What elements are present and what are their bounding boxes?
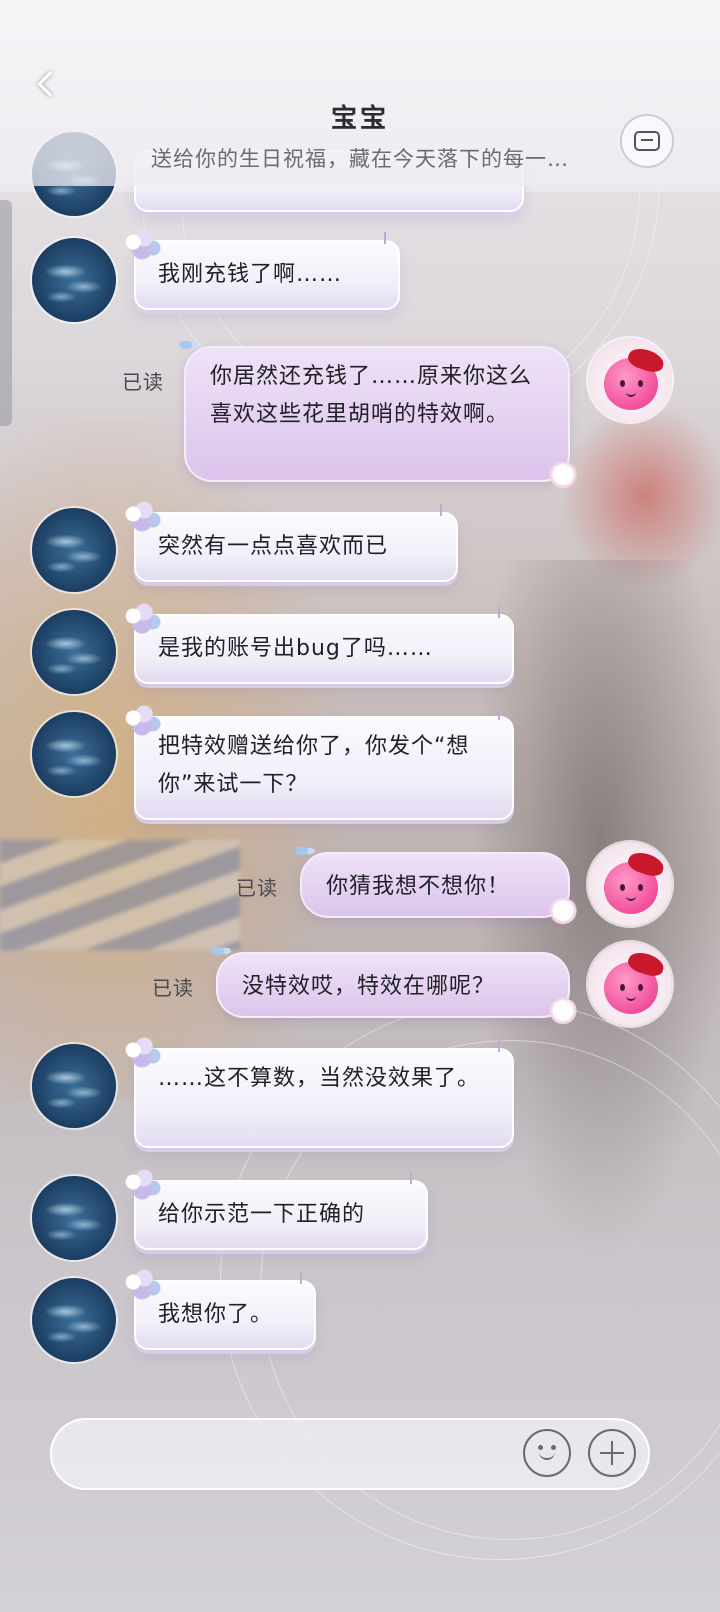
candle-decoration-icon: [498, 1040, 500, 1052]
contact-avatar[interactable]: [32, 1278, 116, 1362]
candle-decoration-icon: [440, 504, 442, 516]
message-bubble-outgoing[interactable]: 你猜我想不想你！: [294, 842, 578, 926]
message-text: ……这不算数，当然没效果了。: [158, 1066, 481, 1091]
message-bubble-incoming[interactable]: 我想你了。: [120, 1266, 316, 1350]
flower-decoration-icon: [120, 1266, 164, 1306]
mascot-decoration-icon: [548, 998, 578, 1026]
candle-decoration-icon: [498, 708, 500, 720]
message-text: 我想你了。: [158, 1302, 274, 1327]
contact-avatar[interactable]: [32, 132, 116, 216]
contact-avatar[interactable]: [32, 1044, 116, 1128]
message-bubble-incoming[interactable]: 我刚充钱了啊……: [120, 226, 400, 310]
message-text: 把特效赠送给你了，你发个“想你”来试一下？: [158, 734, 470, 797]
flower-decoration-icon: [120, 1166, 164, 1206]
candle-decoration-icon: [410, 1172, 412, 1184]
butterfly-decoration-icon: [210, 942, 232, 960]
message-bubble-outgoing[interactable]: 没特效哎，特效在哪呢？: [210, 942, 578, 1026]
flower-decoration-icon: [120, 702, 164, 742]
read-status: 已读: [236, 876, 278, 900]
candle-decoration-icon: [498, 606, 500, 618]
plus-icon: [600, 1441, 624, 1465]
contact-avatar[interactable]: [32, 1176, 116, 1260]
read-status: 已读: [122, 370, 164, 394]
message-text: 没特效哎，特效在哪呢？: [242, 974, 496, 999]
chat-title: 宝宝: [330, 104, 389, 134]
candle-decoration-icon: [384, 232, 386, 244]
message-text: 你居然还充钱了……原来你这么喜欢这些花里胡哨的特效啊。: [210, 364, 533, 427]
message-bubble-incoming[interactable]: 把特效赠送给你了，你发个“想你”来试一下？: [120, 702, 514, 820]
message-text: 是我的账号出bug了吗……: [158, 636, 433, 661]
message-bubble-incoming[interactable]: 是我的账号出bug了吗……: [120, 600, 514, 684]
emoji-button[interactable]: [523, 1429, 571, 1477]
message-text: 你猜我想不想你！: [326, 874, 511, 899]
mascot-decoration-icon: [548, 462, 578, 490]
my-avatar[interactable]: [588, 942, 672, 1026]
flower-decoration-icon: [120, 226, 164, 266]
message-bubble-partial: [134, 150, 524, 212]
message-text: 突然有一点点喜欢而已: [158, 534, 389, 559]
read-status: 已读: [152, 976, 194, 1000]
my-avatar[interactable]: [588, 338, 672, 422]
flower-decoration-icon: [120, 1034, 164, 1074]
chat-bubble-icon: [634, 131, 660, 151]
contact-avatar[interactable]: [32, 610, 116, 694]
message-bubble-outgoing[interactable]: 你居然还充钱了……原来你这么喜欢这些花里胡哨的特效啊。: [178, 336, 578, 490]
more-actions-button[interactable]: [588, 1429, 636, 1477]
message-bubble-incoming[interactable]: ……这不算数，当然没效果了。: [120, 1034, 514, 1148]
message-bubble-incoming[interactable]: 给你示范一下正确的: [120, 1166, 428, 1250]
flower-decoration-icon: [120, 498, 164, 538]
contact-avatar[interactable]: [32, 238, 116, 322]
contact-avatar[interactable]: [32, 712, 116, 796]
contact-avatar[interactable]: [32, 508, 116, 592]
butterfly-decoration-icon: [294, 842, 316, 860]
candle-decoration-icon: [300, 1272, 302, 1284]
emoji-icon: [525, 1431, 569, 1475]
message-text: 给你示范一下正确的: [158, 1202, 366, 1227]
chevron-left-icon: [37, 71, 63, 97]
my-avatar[interactable]: [588, 842, 672, 926]
flower-decoration-icon: [120, 600, 164, 640]
side-drawer-handle[interactable]: [0, 200, 12, 426]
chat-options-button[interactable]: [620, 114, 674, 168]
message-bubble-incoming[interactable]: 突然有一点点喜欢而已: [120, 498, 458, 582]
butterfly-decoration-icon: [178, 336, 200, 354]
mascot-decoration-icon: [548, 898, 578, 926]
message-text: 我刚充钱了啊……: [158, 262, 343, 287]
